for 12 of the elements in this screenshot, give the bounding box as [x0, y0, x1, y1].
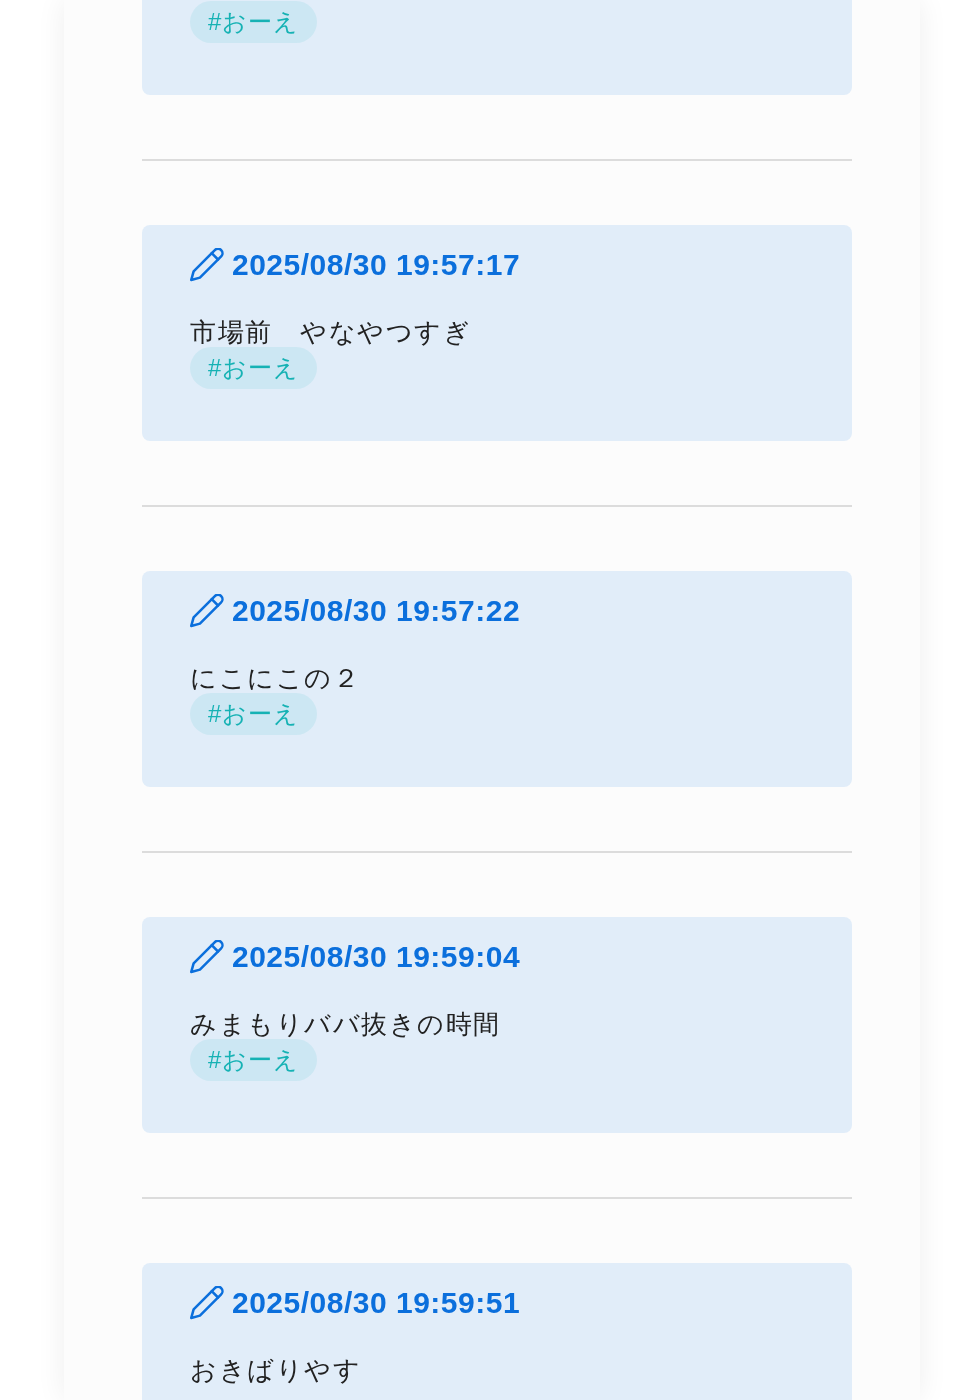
- post-text: おきばりやす: [190, 1355, 361, 1385]
- timestamp-link[interactable]: 2025/08/30 19:59:04: [232, 937, 521, 977]
- pencil-icon: [190, 594, 224, 628]
- post-text: 市場前 やなやつすぎ: [190, 317, 471, 347]
- pencil-icon: [190, 248, 224, 282]
- pencil-icon: [190, 1286, 224, 1320]
- timestamp-link[interactable]: 2025/08/30 19:57:22: [232, 591, 521, 631]
- post-text: みまもりババ抜きの時間: [190, 1009, 501, 1039]
- timestamp-link[interactable]: 2025/08/30 19:57:17: [232, 245, 521, 285]
- timestamp-link[interactable]: 2025/08/30 19:59:51: [232, 1283, 521, 1323]
- pencil-icon: [190, 940, 224, 974]
- post-text: にこにこの２: [190, 663, 360, 693]
